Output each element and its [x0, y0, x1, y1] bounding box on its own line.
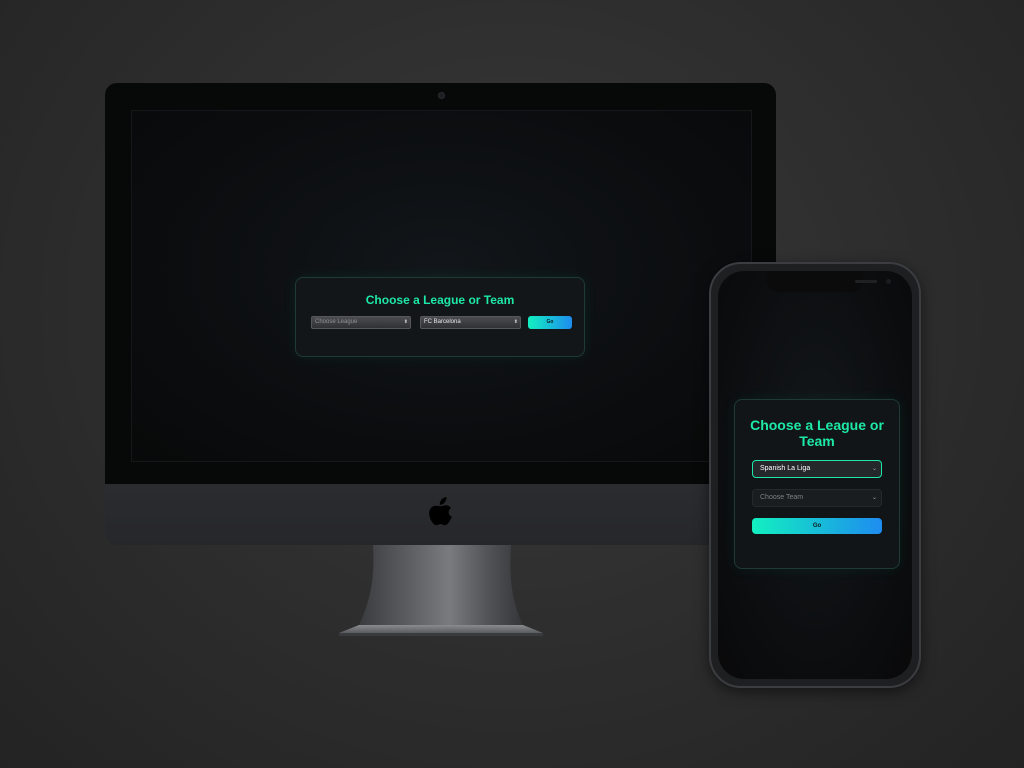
- imac-camera: [438, 92, 445, 99]
- imac-chin: [105, 484, 776, 545]
- iphone-device: Choose a League or Team Spanish La Liga …: [709, 262, 921, 688]
- mobile-league-select[interactable]: Spanish La Liga ⌄: [752, 460, 882, 478]
- mobile-selection-card: Choose a League or Team Spanish La Liga …: [734, 399, 900, 569]
- chevron-down-icon: ⌄: [871, 495, 877, 501]
- mobile-team-select-value: Choose Team: [760, 494, 804, 501]
- desktop-league-select-value: Choose League: [315, 319, 358, 325]
- desktop-team-select[interactable]: FC Barcelona ⬍: [420, 316, 521, 329]
- desktop-go-button[interactable]: Go: [528, 316, 572, 329]
- desktop-selection-card: Choose a League or Team Choose League ⬍ …: [295, 277, 585, 357]
- iphone-notch: [767, 271, 891, 292]
- imac-device: Choose a League or Team Choose League ⬍ …: [105, 83, 776, 545]
- desktop-card-title: Choose a League or Team: [365, 293, 515, 307]
- apple-logo-icon: [429, 497, 452, 526]
- speaker-grille: [855, 280, 877, 283]
- mobile-card-title: Choose a League or Team: [750, 417, 884, 449]
- mobile-team-select[interactable]: Choose Team ⌄: [752, 489, 882, 507]
- select-arrows-icon: ⬍: [403, 319, 408, 325]
- desktop-league-select[interactable]: Choose League ⬍: [311, 316, 411, 329]
- mobile-league-select-value: Spanish La Liga: [760, 465, 811, 472]
- imac-stand: [339, 545, 543, 636]
- select-arrows-icon: ⬍: [513, 319, 518, 325]
- imac-bezel: Choose a League or Team Choose League ⬍ …: [105, 83, 776, 484]
- mobile-go-button[interactable]: Go: [752, 518, 882, 534]
- front-camera-icon: [886, 279, 891, 284]
- imac-screen: Choose a League or Team Choose League ⬍ …: [131, 110, 752, 462]
- iphone-screen: Choose a League or Team Spanish La Liga …: [718, 271, 912, 679]
- desktop-team-select-value: FC Barcelona: [424, 319, 461, 325]
- chevron-down-icon: ⌄: [871, 466, 877, 472]
